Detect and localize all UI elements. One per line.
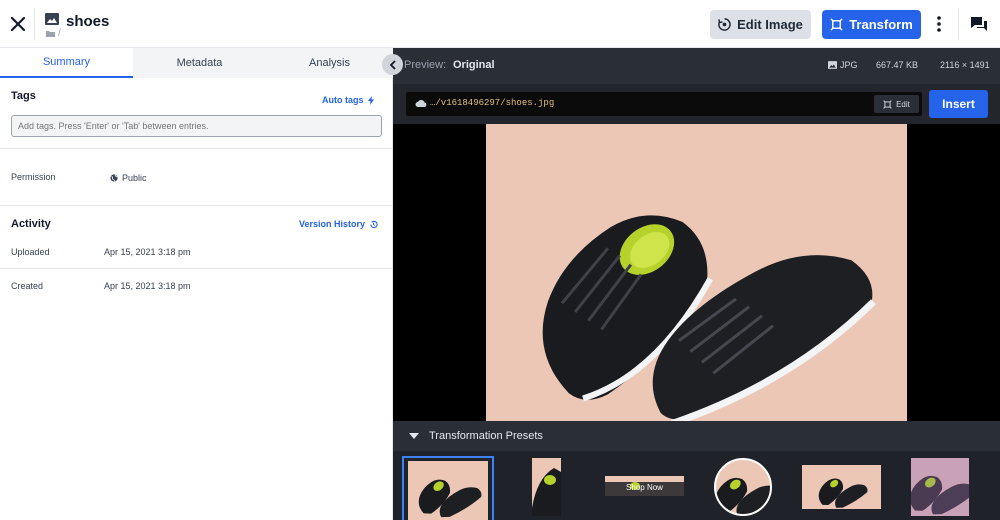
file-size: 667.47 KB (876, 60, 919, 70)
divider (0, 205, 393, 206)
presets-header[interactable]: Transformation Presets (393, 421, 1000, 451)
url-edit-label: Edit (896, 99, 910, 109)
tab-summary[interactable]: Summary (0, 48, 133, 78)
top-bar: shoes / Edit Image Transform (0, 0, 1000, 48)
created-label: Created (11, 281, 44, 291)
collapse-panel-button[interactable] (382, 54, 403, 75)
presets-title: Transformation Presets (429, 430, 543, 442)
preview-label: Preview: (404, 59, 447, 71)
auto-tags-link[interactable]: Auto tags (322, 95, 374, 105)
preset-image (532, 468, 561, 516)
globe-icon (110, 174, 118, 182)
created-value: Apr 15, 2021 3:18 pm (104, 281, 191, 291)
divider (0, 148, 393, 149)
version-history-label: Version History (299, 219, 366, 229)
uploaded-label: Uploaded (11, 247, 50, 257)
url-bar[interactable]: …/v1618496297/shoes.jpg Edit (406, 92, 922, 116)
breadcrumb[interactable]: / (58, 28, 61, 39)
preview-toolbar: Preview: Original JPG 667.47 KB 2116 × 1… (393, 48, 1000, 84)
transform-icon (830, 18, 843, 31)
preset-image (911, 475, 969, 515)
tab-analysis[interactable]: Analysis (266, 48, 393, 78)
divider (34, 8, 35, 40)
cloud-icon (415, 100, 427, 107)
image-stage (393, 124, 1000, 421)
preset-thumbnail[interactable] (911, 458, 969, 516)
lightning-icon (367, 95, 374, 105)
auto-tags-label: Auto tags (322, 95, 364, 105)
format-value: JPG (840, 60, 858, 70)
preview-mode[interactable]: Original (453, 59, 495, 71)
format-info: JPG (828, 60, 858, 70)
details-panel: Summary Metadata Analysis Tags Auto tags… (0, 48, 393, 520)
tags-heading: Tags (11, 90, 36, 102)
transform-label: Transform (849, 17, 913, 32)
activity-heading: Activity (11, 218, 51, 230)
page-title: shoes (66, 13, 110, 30)
permission-value: Public (110, 173, 147, 183)
permission-label: Permission (11, 172, 56, 182)
image-icon (45, 13, 59, 25)
chat-icon[interactable] (970, 15, 988, 33)
divider (958, 8, 959, 40)
url-path[interactable]: …/v1618496297/shoes.jpg (430, 98, 554, 108)
preset-image (418, 479, 482, 518)
edit-image-icon (718, 18, 731, 31)
preset-thumbnail[interactable] (408, 461, 488, 520)
image-icon (828, 61, 837, 69)
edit-image-label: Edit Image (737, 17, 803, 32)
preset-thumbnail[interactable] (802, 465, 881, 509)
preset-thumbnail[interactable] (714, 458, 772, 516)
more-vertical-icon[interactable] (929, 14, 949, 34)
preview-image (486, 124, 907, 421)
caret-down-icon (409, 433, 419, 439)
presets-list: Shop Now (393, 451, 1000, 520)
preset-image (716, 477, 770, 514)
tab-bar: Summary Metadata Analysis (0, 48, 393, 78)
divider (0, 268, 393, 269)
shoes-photo (542, 215, 876, 421)
url-edit-button[interactable]: Edit (874, 95, 919, 113)
history-icon (370, 220, 378, 228)
close-icon[interactable] (6, 12, 30, 36)
preview-panel: Preview: Original JPG 667.47 KB 2116 × 1… (393, 48, 1000, 520)
image-dimensions: 2116 × 1491 (940, 60, 990, 70)
uploaded-value: Apr 15, 2021 3:18 pm (104, 247, 191, 257)
version-history-link[interactable]: Version History (299, 219, 378, 229)
chevron-left-icon (389, 59, 396, 70)
preset-thumbnail[interactable] (532, 458, 561, 516)
transform-icon (883, 99, 892, 109)
tags-input[interactable] (11, 115, 382, 137)
edit-image-button[interactable]: Edit Image (710, 10, 811, 39)
transform-button[interactable]: Transform (822, 10, 921, 39)
tab-metadata[interactable]: Metadata (133, 48, 266, 78)
shop-now-overlay: Shop Now (626, 483, 663, 492)
preset-thumbnail[interactable]: Shop Now (605, 476, 684, 496)
permission-text: Public (122, 173, 147, 183)
folder-icon[interactable] (46, 30, 55, 37)
insert-button[interactable]: Insert (929, 90, 988, 118)
preset-image (818, 478, 868, 508)
